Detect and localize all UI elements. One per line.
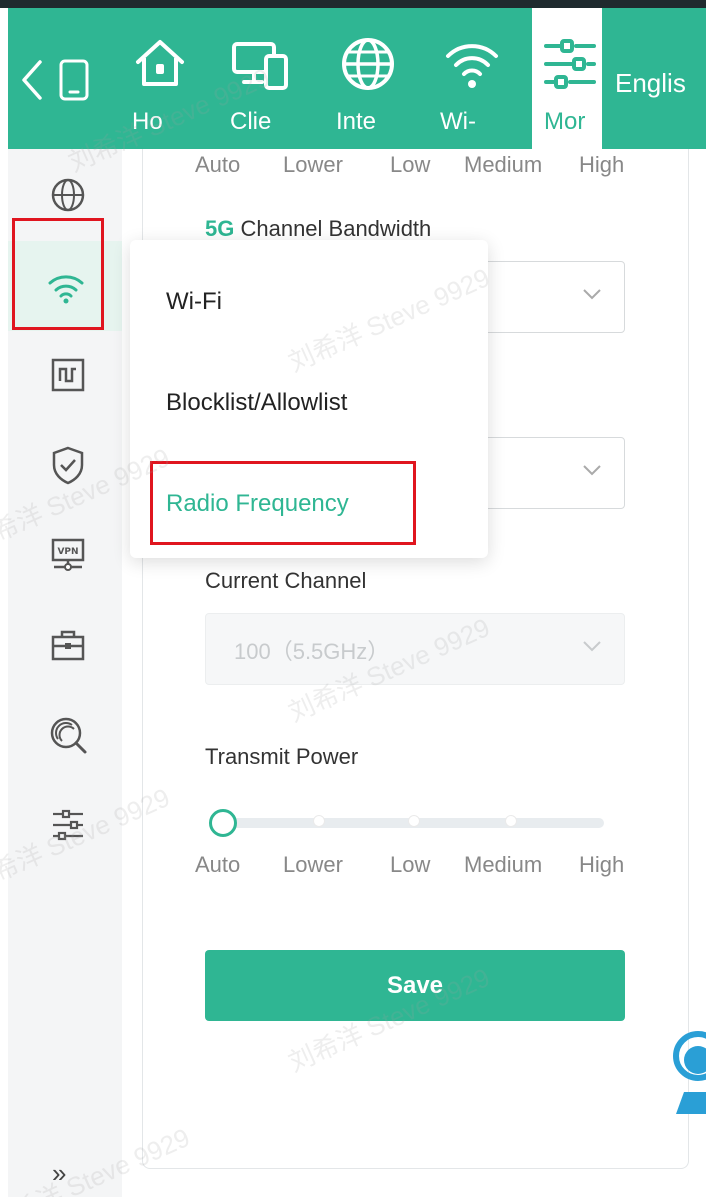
diagnostics-icon [50, 717, 87, 754]
home-icon [136, 40, 184, 86]
slider-tick [408, 815, 420, 827]
toolbox-icon [51, 630, 85, 661]
svg-text:VPN: VPN [57, 547, 78, 557]
sidebar-item-security[interactable] [8, 419, 122, 509]
menu-item-wifi[interactable]: Wi-Fi [166, 288, 222, 316]
slider-tick [313, 815, 325, 827]
sidebar-item-diagnostics[interactable] [8, 689, 122, 779]
power-label-low: Low [390, 852, 431, 877]
power-label-medium: Medium [464, 852, 543, 877]
settings-sliders-icon [53, 809, 83, 841]
slider-label-auto: Auto [195, 152, 241, 177]
tab-internet-label: Inte [336, 108, 377, 135]
mobile-device-icon [59, 59, 89, 101]
transmit-power-labels: Auto Lower Low Medium High [195, 852, 635, 880]
chevron-down-icon [583, 465, 601, 476]
sidebar-item-tools[interactable] [8, 599, 122, 689]
top-status-strip [0, 0, 706, 8]
channel-bandwidth-label: 5G Channel Bandwidth [205, 216, 432, 241]
chevron-down-icon [583, 641, 601, 652]
highlight-box-radio-frequency [150, 461, 416, 545]
expand-sidebar-button[interactable]: » [52, 1158, 66, 1189]
menu-item-blocklist-allowlist[interactable]: Blocklist/Allowlist [166, 389, 347, 417]
slider-label-lower: Lower [283, 152, 343, 177]
clients-icon [232, 42, 288, 90]
vpn-icon: VPN [51, 538, 85, 571]
tab-wifi[interactable]: Wi- [432, 8, 528, 149]
slider-label-high: High [579, 152, 625, 177]
tab-clients[interactable]: Clie [220, 8, 320, 149]
slider-label-low: Low [390, 152, 431, 177]
slider-label-medium: Medium [464, 152, 543, 177]
current-channel-label: Current Channel [205, 568, 367, 593]
customer-service-icon[interactable] [668, 1030, 706, 1114]
globe-icon [51, 178, 85, 212]
current-channel-select: 100（5.5GHz） [205, 613, 625, 685]
power-label-auto: Auto [195, 852, 241, 877]
network-icon [51, 358, 85, 392]
highlight-box-wifi [12, 218, 104, 330]
tab-wifi-label: Wi- [440, 108, 476, 135]
transmit-power-label: Transmit Power [205, 744, 359, 769]
tab-more[interactable]: Mor [532, 8, 602, 149]
shield-icon [52, 446, 84, 485]
tab-home[interactable]: Ho [120, 8, 212, 149]
save-button[interactable]: Save [205, 950, 625, 1021]
power-label-lower: Lower [283, 852, 343, 877]
tab-more-label: Mor [544, 108, 586, 135]
top-navigation-bar: Ho Clie Inte Wi- Mor Englis [8, 8, 706, 149]
headset-agent-icon [673, 1031, 706, 1114]
current-channel-value: 100（5.5GHz） [234, 639, 390, 664]
back-button[interactable] [20, 58, 100, 114]
power-label-high: High [579, 852, 625, 877]
chevron-left-icon [22, 60, 42, 100]
sidebar-item-advanced[interactable] [8, 779, 122, 869]
more-settings-icon [544, 39, 596, 89]
chevron-down-icon [583, 289, 601, 300]
wifi-icon [446, 44, 498, 88]
internet-globe-icon [342, 38, 394, 90]
tab-internet[interactable]: Inte [328, 8, 424, 149]
transmit-power-slider-thumb[interactable] [209, 809, 237, 837]
tab-home-label: Ho [132, 108, 163, 135]
slider-tick [505, 815, 517, 827]
sidebar-item-vpn[interactable]: VPN [8, 509, 122, 599]
top-slider-labels: Auto Lower Low Medium High [195, 152, 635, 180]
sidebar-item-network[interactable] [8, 329, 122, 419]
tab-clients-label: Clie [230, 108, 272, 135]
language-selector[interactable]: Englis [615, 68, 686, 99]
